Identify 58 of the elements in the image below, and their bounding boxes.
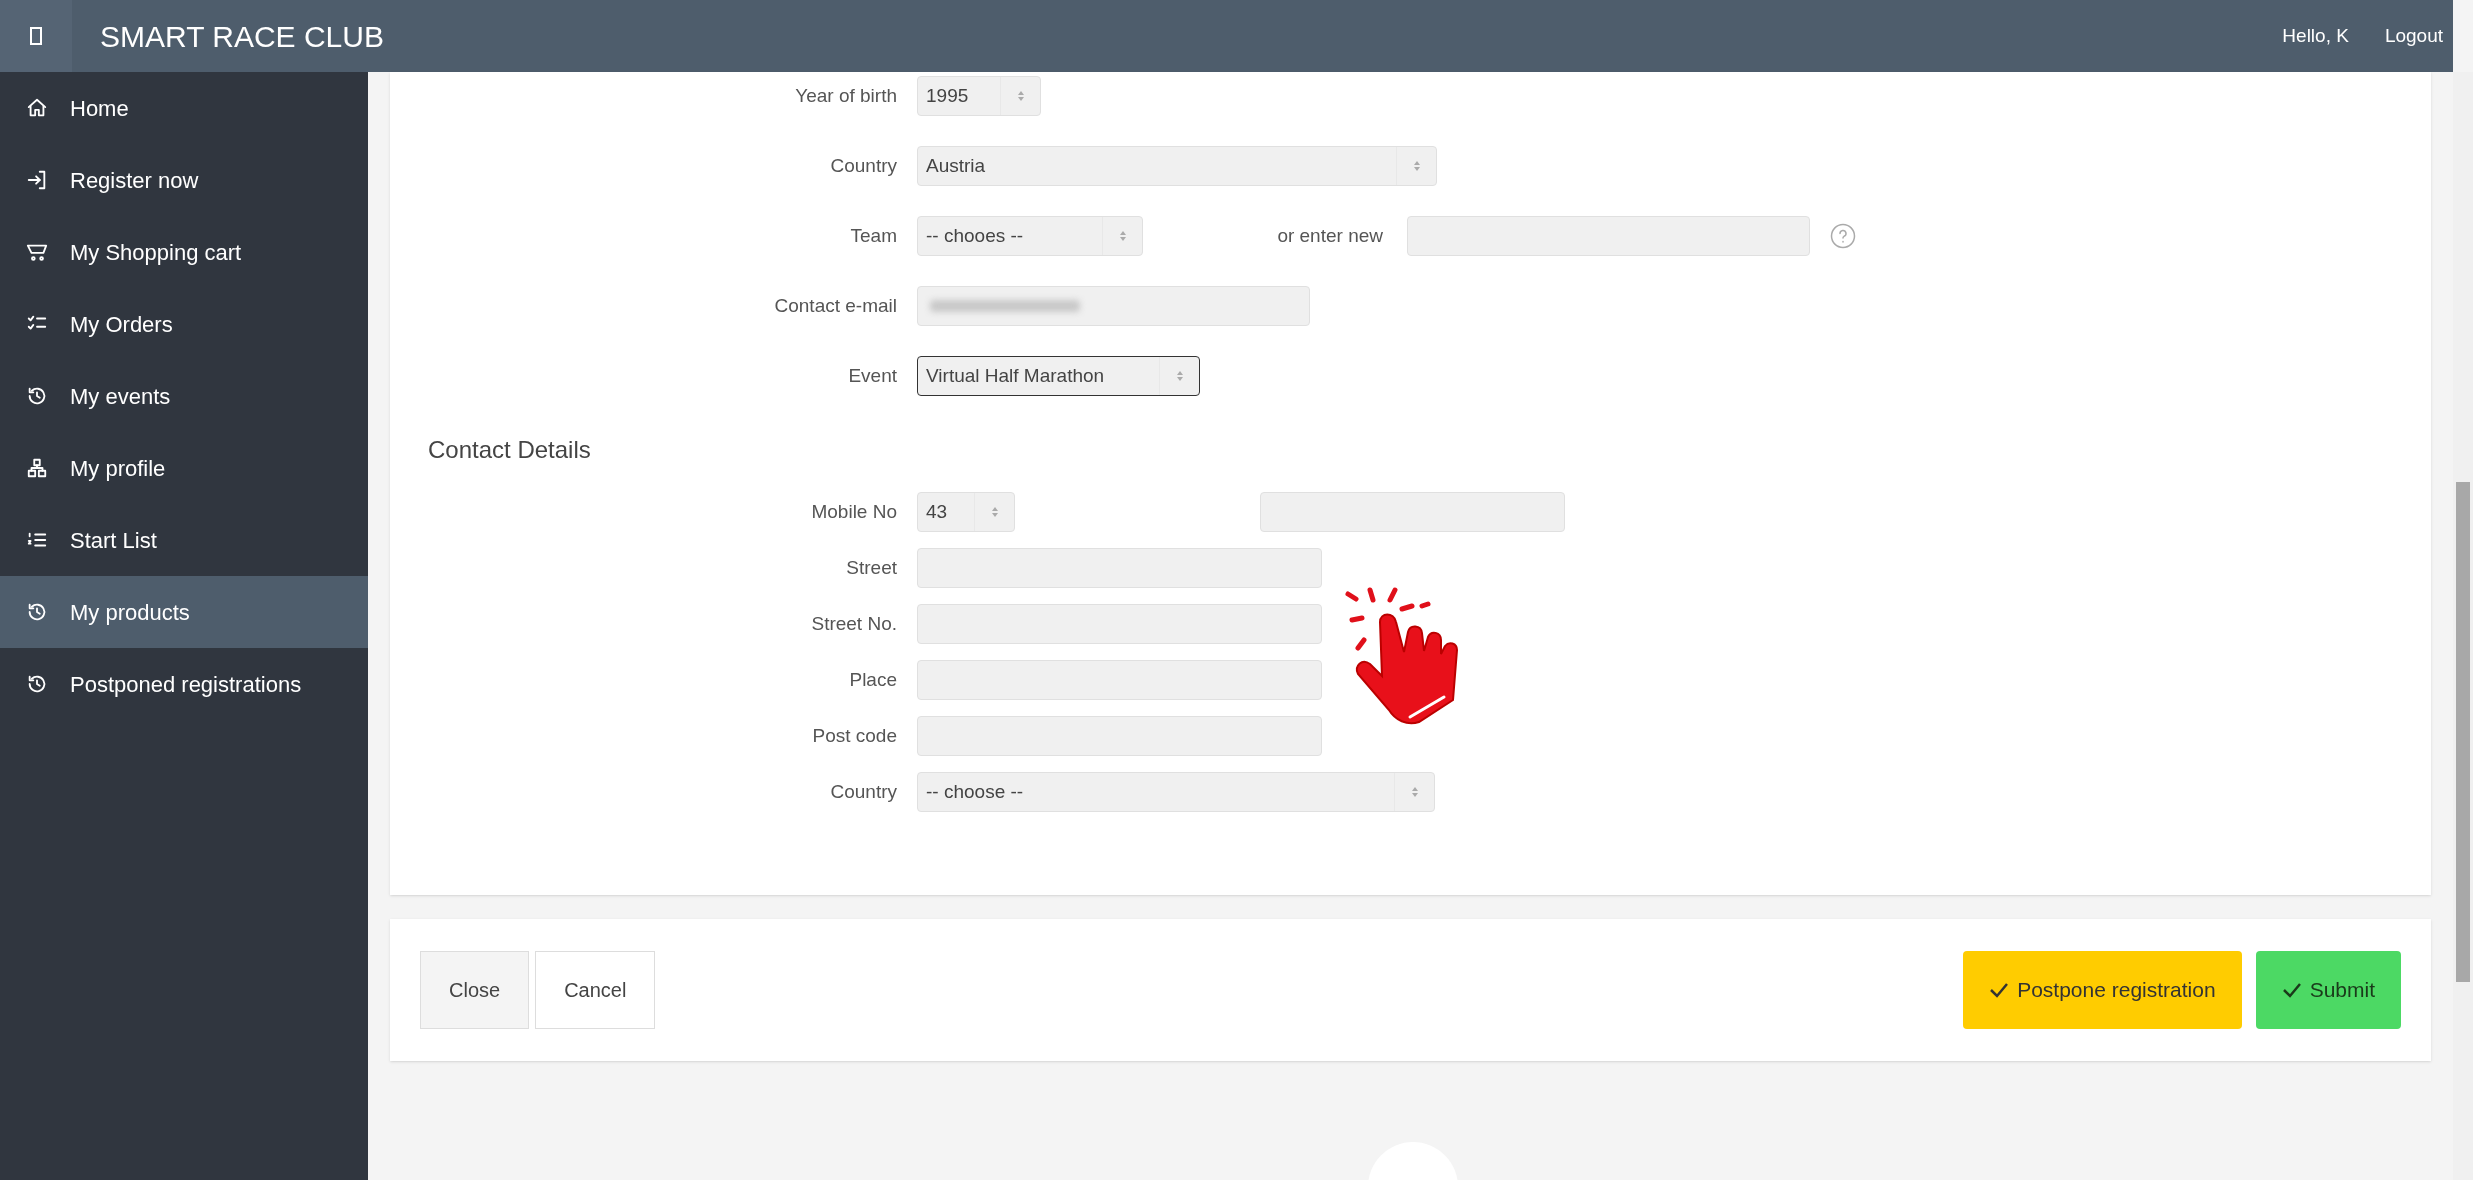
text-field[interactable] xyxy=(917,286,1310,326)
sidebar-item[interactable]: Home xyxy=(0,72,368,144)
history-icon xyxy=(26,673,48,695)
history-icon xyxy=(26,601,48,623)
select-field[interactable]: Virtual Half Marathon xyxy=(917,356,1200,396)
menu-icon[interactable] xyxy=(30,27,42,45)
field-label: Year of birth xyxy=(794,83,898,108)
greeting-text: Hello, K xyxy=(2282,23,2349,48)
select-field[interactable]: 1995 xyxy=(917,76,1041,116)
section-heading: Contact Details xyxy=(428,435,592,465)
sidebar-item[interactable]: My Shopping cart xyxy=(0,216,368,288)
sidebar-item[interactable]: My Orders xyxy=(0,288,368,360)
sidebar-item[interactable]: Register now xyxy=(0,144,368,216)
history-icon xyxy=(26,385,48,407)
sort-arrows-icon xyxy=(1175,370,1184,382)
field-label: Place xyxy=(848,667,898,692)
sort-arrows-icon xyxy=(1016,90,1025,102)
sidebar-item[interactable]: Start List xyxy=(0,504,368,576)
footer-button[interactable]: Cancel xyxy=(535,951,656,1029)
sidebar-item[interactable]: Postponed registrations xyxy=(0,648,368,720)
field-label: or enter new xyxy=(1276,223,1384,248)
sort-arrows-icon xyxy=(1412,160,1421,172)
footer-button[interactable]: Close xyxy=(420,951,530,1029)
app-title: SMART RACE CLUB xyxy=(100,18,384,55)
action-button[interactable]: Submit xyxy=(2255,951,2401,1029)
text-field[interactable] xyxy=(917,548,1322,588)
select-field[interactable]: -- choose -- xyxy=(917,772,1435,812)
home-icon xyxy=(26,97,48,119)
text-field[interactable] xyxy=(917,716,1322,756)
field-label: Street No. xyxy=(810,611,898,636)
check-icon xyxy=(2281,982,2302,998)
text-field[interactable] xyxy=(1407,216,1810,256)
sort-arrows-icon xyxy=(1410,786,1419,798)
select-field[interactable]: Austria xyxy=(917,146,1437,186)
sidebar-item[interactable]: My events xyxy=(0,360,368,432)
action-button[interactable]: Postpone registration xyxy=(1963,951,2242,1029)
sort-arrows-icon xyxy=(990,506,999,518)
field-label: Street xyxy=(845,555,898,580)
field-label: Contact e-mail xyxy=(773,293,898,318)
sitemap-icon xyxy=(26,457,48,479)
select-field[interactable]: -- chooes -- xyxy=(917,216,1143,256)
field-label: Mobile No xyxy=(810,499,898,524)
help-icon[interactable] xyxy=(1830,223,1856,249)
select-field[interactable]: 43 xyxy=(917,492,1015,532)
logout-link[interactable]: Logout xyxy=(2384,21,2443,51)
field-label: Country xyxy=(829,153,898,178)
sidebar-item[interactable]: My products xyxy=(0,576,368,648)
text-field[interactable] xyxy=(917,604,1322,644)
field-label: Event xyxy=(847,363,898,388)
field-label: Post code xyxy=(811,723,898,748)
sort-arrows-icon xyxy=(1118,230,1127,242)
text-field[interactable] xyxy=(917,660,1322,700)
check-icon xyxy=(1989,982,2010,998)
field-label: Country xyxy=(829,779,898,804)
login-icon xyxy=(26,169,48,191)
field-label: Team xyxy=(849,223,898,248)
sidebar-item[interactable]: My profile xyxy=(0,432,368,504)
text-field[interactable] xyxy=(1260,492,1565,532)
